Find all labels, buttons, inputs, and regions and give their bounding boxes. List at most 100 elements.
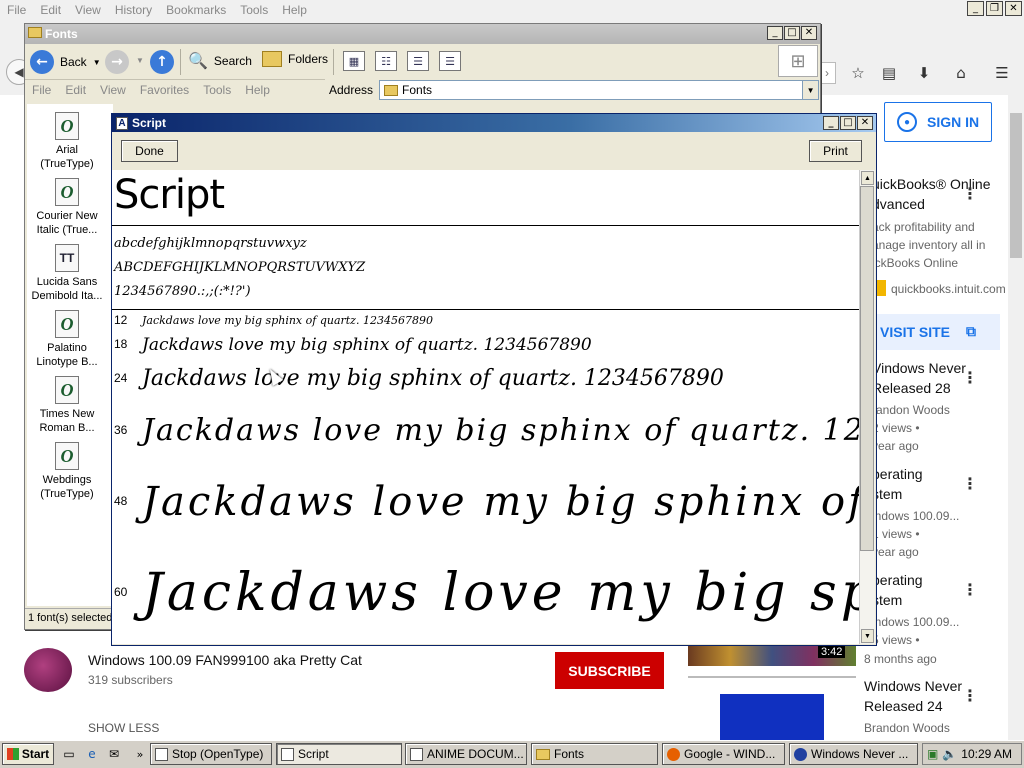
menu-tools[interactable]: Tools xyxy=(203,83,231,97)
subscribe-button[interactable]: SUBSCRIBE xyxy=(555,652,664,689)
sidebar-video-title[interactable]: perating stem xyxy=(872,464,972,504)
preview-scrollbar-thumb[interactable] xyxy=(860,186,874,551)
start-label: Start xyxy=(21,747,50,761)
clock[interactable]: 10:29 AM xyxy=(961,747,1012,761)
sign-in-button[interactable]: ● SIGN IN xyxy=(884,102,992,142)
network-icon[interactable]: ▣ xyxy=(927,747,938,761)
fonts-window-controls: _ □ ✕ xyxy=(767,26,817,40)
font-item-name: Webdings xyxy=(42,474,92,486)
show-desktop-icon[interactable]: ▭ xyxy=(61,746,77,762)
folders-icon xyxy=(262,51,282,67)
address-field[interactable]: Fonts ▼ xyxy=(379,80,820,100)
sample-text: Jackdaws love my big sphinx of quartz. 1… xyxy=(142,365,724,391)
taskbar-task[interactable]: Windows Never ... xyxy=(789,743,918,765)
font-item[interactable]: O Times New Roman B... xyxy=(27,376,107,435)
ff-menu-bookmarks[interactable]: Bookmarks xyxy=(166,3,226,17)
folders-button[interactable]: Folders xyxy=(262,51,328,67)
dropdown-arrow-icon[interactable]: ▼ xyxy=(93,58,101,67)
view-similarity-icon[interactable]: ☰ xyxy=(439,51,461,71)
sample-size: 36 xyxy=(114,423,128,437)
ff-menu-edit[interactable]: Edit xyxy=(40,3,61,17)
menu-file[interactable]: File xyxy=(32,83,51,97)
channel-avatar[interactable] xyxy=(24,648,72,692)
taskbar-task[interactable]: ANIME DOCUM... xyxy=(405,743,527,765)
minimize-button[interactable]: _ xyxy=(823,116,839,130)
outlook-express-icon[interactable]: ✉ xyxy=(106,746,122,762)
view-list-icon[interactable]: ☷ xyxy=(375,51,397,71)
minimize-button[interactable]: _ xyxy=(967,1,984,16)
ff-menu-view[interactable]: View xyxy=(75,3,101,17)
font-preview-title-bar[interactable]: A Script _ □ ✕ xyxy=(112,114,876,132)
menu-favorites[interactable]: Favorites xyxy=(140,83,189,97)
font-item[interactable]: O Courier New Italic (True... xyxy=(27,178,107,237)
up-folder-button[interactable]: ↑ xyxy=(150,50,174,74)
sidebar-video-title[interactable]: perating stem xyxy=(872,570,972,610)
page-scrollbar-thumb[interactable] xyxy=(1010,113,1022,258)
taskbar-task-active[interactable]: Script xyxy=(276,743,402,765)
download-icon[interactable]: ⬇ xyxy=(914,64,934,82)
hamburger-menu-icon[interactable]: ☰ xyxy=(992,64,1012,82)
taskbar-task[interactable]: Stop (OpenType) xyxy=(150,743,272,765)
font-preview-title: Script xyxy=(132,116,167,130)
menu-edit[interactable]: Edit xyxy=(65,83,86,97)
ad-title[interactable]: uickBooks® Online dvanced xyxy=(872,174,1007,214)
internet-explorer-icon[interactable]: e xyxy=(84,746,100,762)
fonts-title-bar[interactable]: Fonts _ □ ✕ xyxy=(25,24,820,44)
taskbar-task[interactable]: Google - WIND... xyxy=(662,743,785,765)
ad-more-icon[interactable]: ⋮ xyxy=(962,184,978,203)
maximize-button[interactable]: □ xyxy=(840,116,856,130)
view-details-icon[interactable]: ☰ xyxy=(407,51,429,71)
address-dropdown-icon[interactable]: ▼ xyxy=(802,81,819,99)
video-more-icon[interactable]: ⋮ xyxy=(962,580,978,599)
close-button[interactable]: ✕ xyxy=(801,26,817,40)
close-button[interactable]: ✕ xyxy=(1005,1,1022,16)
menu-view[interactable]: View xyxy=(100,83,126,97)
dropdown-arrow-icon[interactable]: ▼ xyxy=(136,56,144,65)
video-thumbnail[interactable] xyxy=(688,676,856,742)
start-button[interactable]: Start xyxy=(2,743,54,765)
video-age: year ago xyxy=(872,545,919,559)
font-file-icon: A xyxy=(116,116,128,130)
font-item[interactable]: O Webdings (TrueType) xyxy=(27,442,107,501)
home-icon[interactable]: ⌂ xyxy=(951,64,971,82)
visit-site-button[interactable]: VISIT SITE ⧉ xyxy=(866,314,1000,350)
search-button[interactable]: 🔍 Search xyxy=(188,51,252,70)
minimize-button[interactable]: _ xyxy=(767,26,783,40)
maximize-button[interactable]: □ xyxy=(784,26,800,40)
bookmark-star-icon[interactable]: ☆ xyxy=(848,64,868,82)
forward-button[interactable]: → xyxy=(105,50,129,74)
video-views: 5 views • xyxy=(872,633,920,647)
close-button[interactable]: ✕ xyxy=(857,116,873,130)
show-less-link[interactable]: SHOW LESS xyxy=(88,721,159,735)
back-button[interactable]: ← Back ▼ xyxy=(30,49,101,75)
ff-menu-file[interactable]: File xyxy=(7,3,26,17)
sidebar-video-title[interactable]: Windows Never Released 24 xyxy=(864,676,974,716)
reading-list-icon[interactable]: ▤ xyxy=(879,64,899,82)
ff-menu-tools[interactable]: Tools xyxy=(240,3,268,17)
ff-menu-history[interactable]: History xyxy=(115,3,152,17)
sidebar-video-title[interactable]: Vindows Never Released 28 xyxy=(872,358,972,398)
font-item[interactable]: TT Lucida Sans Demibold Ita... xyxy=(27,244,107,303)
scroll-down-icon[interactable]: ▼ xyxy=(861,629,874,643)
font-item[interactable]: O Arial (TrueType) xyxy=(27,112,107,171)
font-file-icon xyxy=(281,747,294,761)
account-icon: ● xyxy=(897,112,917,132)
font-item[interactable]: O Palatino Linotype B... xyxy=(27,310,107,369)
video-more-icon[interactable]: ⋮ xyxy=(962,474,978,493)
quicklaunch-chevron-icon[interactable]: » xyxy=(132,746,148,762)
menu-help[interactable]: Help xyxy=(245,83,270,97)
print-button[interactable]: Print xyxy=(809,140,862,162)
view-large-icons-icon[interactable]: ▦ xyxy=(343,51,365,71)
volume-icon[interactable]: 🔈 xyxy=(942,747,957,761)
taskbar-task[interactable]: Fonts xyxy=(531,743,658,765)
ad-domain[interactable]: quickbooks.intuit.com xyxy=(891,280,1007,298)
restore-button[interactable]: ❐ xyxy=(986,1,1003,16)
video-title-line1: Vindows Never xyxy=(872,360,966,376)
video-more-icon[interactable]: ⋮ xyxy=(962,686,978,705)
scroll-up-icon[interactable]: ▲ xyxy=(861,171,874,185)
video-more-icon[interactable]: ⋮ xyxy=(962,368,978,387)
done-button[interactable]: Done xyxy=(121,140,178,162)
channel-name[interactable]: Windows 100.09 FAN999100 aka Pretty Cat xyxy=(88,652,362,668)
ff-menu-help[interactable]: Help xyxy=(282,3,307,17)
video-duration: 3:42 xyxy=(818,646,846,658)
